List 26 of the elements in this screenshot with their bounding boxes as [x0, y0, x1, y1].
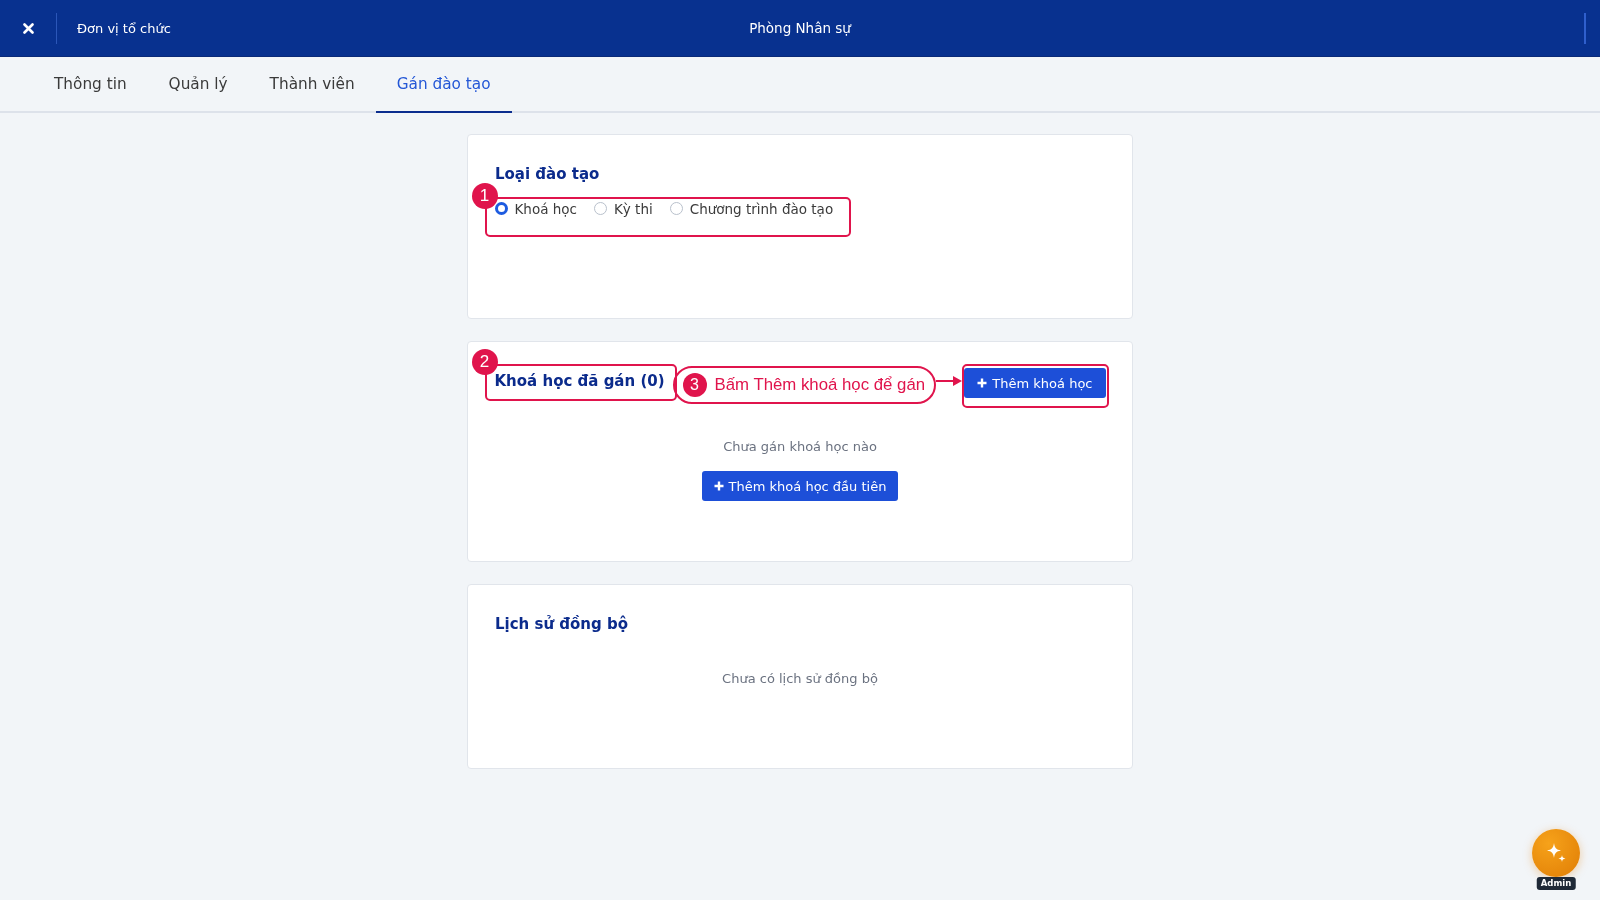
radio-icon[interactable]	[669, 202, 683, 215]
assistant-button[interactable]	[1532, 829, 1580, 877]
step-badge: 2	[471, 349, 498, 375]
tab[interactable]: Thông tin	[33, 57, 148, 113]
plus-icon	[713, 481, 724, 491]
add-first-course-button[interactable]: Thêm khoá học đầu tiên	[701, 471, 899, 501]
radio-icon[interactable]	[594, 202, 607, 215]
section-title: Lịch sử đồng bộ	[495, 614, 630, 634]
page-title: Phòng Nhân sự	[749, 20, 851, 36]
tab[interactable]: Gán đào tạo	[375, 57, 512, 113]
tab[interactable]: Quản lý	[147, 57, 249, 113]
role-label: Admin	[1536, 877, 1576, 890]
radio-icon[interactable]	[494, 202, 508, 215]
callout-text: Bấm Thêm khoá học để gán	[714, 375, 926, 395]
step-badge: 3	[682, 373, 707, 397]
empty-state-text: Chưa có lịch sử đồng bộ	[721, 670, 879, 688]
close-icon[interactable]	[23, 22, 34, 34]
step-badge: 1	[471, 182, 498, 209]
empty-state-text: Chưa gán khoá học nào	[722, 438, 878, 456]
section-title: Loại đào tạo	[495, 164, 601, 184]
tab[interactable]: Thành viên	[248, 57, 376, 113]
breadcrumb-link[interactable]: Đơn vị tổ chức	[77, 20, 171, 36]
radio-option[interactable]: Chương trình đào tạo	[669, 200, 834, 217]
add-course-button[interactable]: Thêm khoá học	[964, 368, 1106, 398]
plus-icon	[977, 378, 988, 388]
radio-option[interactable]: Kỳ thi	[594, 200, 653, 217]
